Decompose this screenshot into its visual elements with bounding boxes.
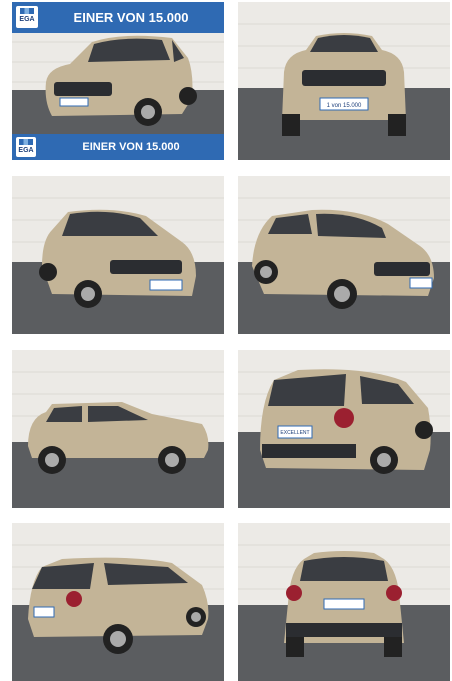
gallery-image-5[interactable] [12, 350, 224, 508]
gallery-image-3[interactable] [12, 176, 224, 334]
car-photo [12, 176, 224, 334]
promo-banner-text: EINER VON 15.000 [73, 10, 189, 25]
gallery-image-1[interactable]: EGA EINER VON 15.000 EGA EINER VON 15.00… [12, 2, 224, 160]
gallery-image-4[interactable] [238, 176, 450, 334]
car-photo: 1 von 15.000 [238, 2, 450, 160]
ega-logo-icon: EGA [16, 137, 36, 157]
gallery-image-7[interactable] [12, 523, 224, 681]
image-gallery: EGA EINER VON 15.000 EGA EINER VON 15.00… [0, 0, 452, 681]
car-photo [238, 523, 450, 681]
car-photo: EXCELLENT [238, 350, 450, 508]
front-plate-text: 1 von 15.000 [327, 103, 362, 109]
car-photo [238, 176, 450, 334]
gallery-image-6[interactable]: EXCELLENT [238, 350, 450, 508]
rear-plate-text: EXCELLENT [280, 430, 309, 436]
gallery-image-8[interactable] [238, 523, 450, 681]
promo-banner-text: EINER VON 15.000 [82, 141, 180, 153]
promo-banner-top: EGA EINER VON 15.000 [12, 2, 224, 33]
gallery-image-2[interactable]: 1 von 15.000 [238, 2, 450, 160]
ega-logo-icon: EGA [16, 6, 38, 28]
car-photo [12, 523, 224, 681]
car-photo [12, 350, 224, 508]
promo-banner-bottom: EGA EINER VON 15.000 [12, 134, 224, 160]
